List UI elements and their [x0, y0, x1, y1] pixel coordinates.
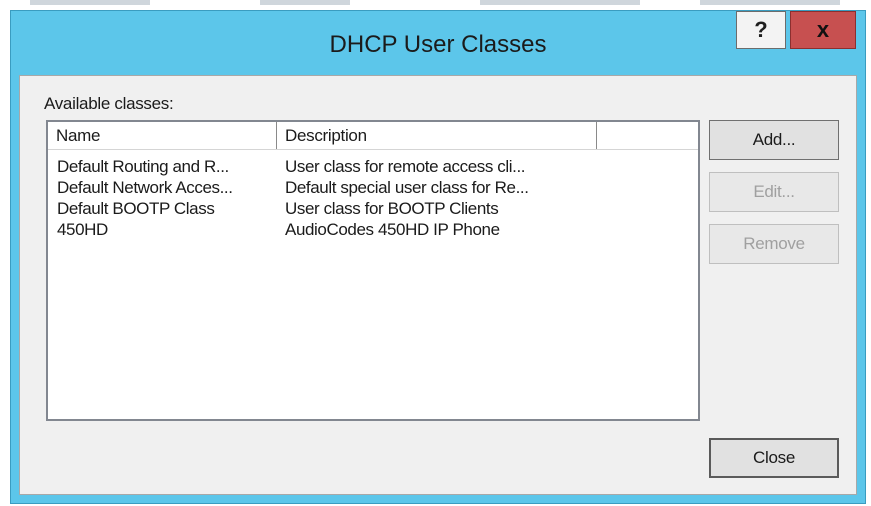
- available-classes-label: Available classes:: [44, 94, 174, 113]
- list-item-name: Default Routing and R...: [57, 157, 229, 176]
- list-item-name: Default Network Acces...: [57, 178, 233, 197]
- list-item-description: User class for BOOTP Clients: [285, 199, 499, 218]
- remove-button[interactable]: Remove: [709, 224, 839, 264]
- column-header-description[interactable]: Description: [277, 122, 597, 149]
- background-decoration: [260, 0, 350, 5]
- list-item-description: Default special user class for Re...: [285, 178, 529, 197]
- list-item[interactable]: 450HD AudioCodes 450HD IP Phone: [48, 220, 698, 241]
- dhcp-user-classes-dialog: DHCP User Classes ? x Available classes:…: [10, 10, 866, 504]
- background-decoration: [480, 0, 640, 5]
- list-item-name: 450HD: [57, 220, 108, 239]
- list-item-description: User class for remote access cli...: [285, 157, 526, 176]
- list-item-name: Default BOOTP Class: [57, 199, 215, 218]
- classes-list[interactable]: Name Description Default Routing and R..…: [46, 120, 700, 421]
- list-item[interactable]: Default Network Acces... Default special…: [48, 178, 698, 199]
- help-icon: ?: [754, 17, 768, 42]
- add-button[interactable]: Add...: [709, 120, 839, 160]
- column-header-empty[interactable]: [597, 122, 697, 149]
- help-button[interactable]: ?: [736, 11, 786, 49]
- list-item-description: AudioCodes 450HD IP Phone: [285, 220, 500, 239]
- title-bar[interactable]: DHCP User Classes ? x: [11, 11, 865, 75]
- close-icon: x: [816, 17, 830, 42]
- dialog-body: Available classes: Name Description Defa…: [19, 75, 857, 495]
- list-item[interactable]: Default BOOTP Class User class for BOOTP…: [48, 199, 698, 220]
- background-decoration: [700, 0, 840, 5]
- background-decoration: [30, 0, 150, 5]
- close-button[interactable]: Close: [709, 438, 839, 478]
- column-header-name[interactable]: Name: [48, 122, 277, 149]
- window-close-button[interactable]: x: [790, 11, 856, 49]
- edit-button[interactable]: Edit...: [709, 172, 839, 212]
- list-item[interactable]: Default Routing and R... User class for …: [48, 157, 698, 178]
- list-header: Name Description: [48, 122, 698, 150]
